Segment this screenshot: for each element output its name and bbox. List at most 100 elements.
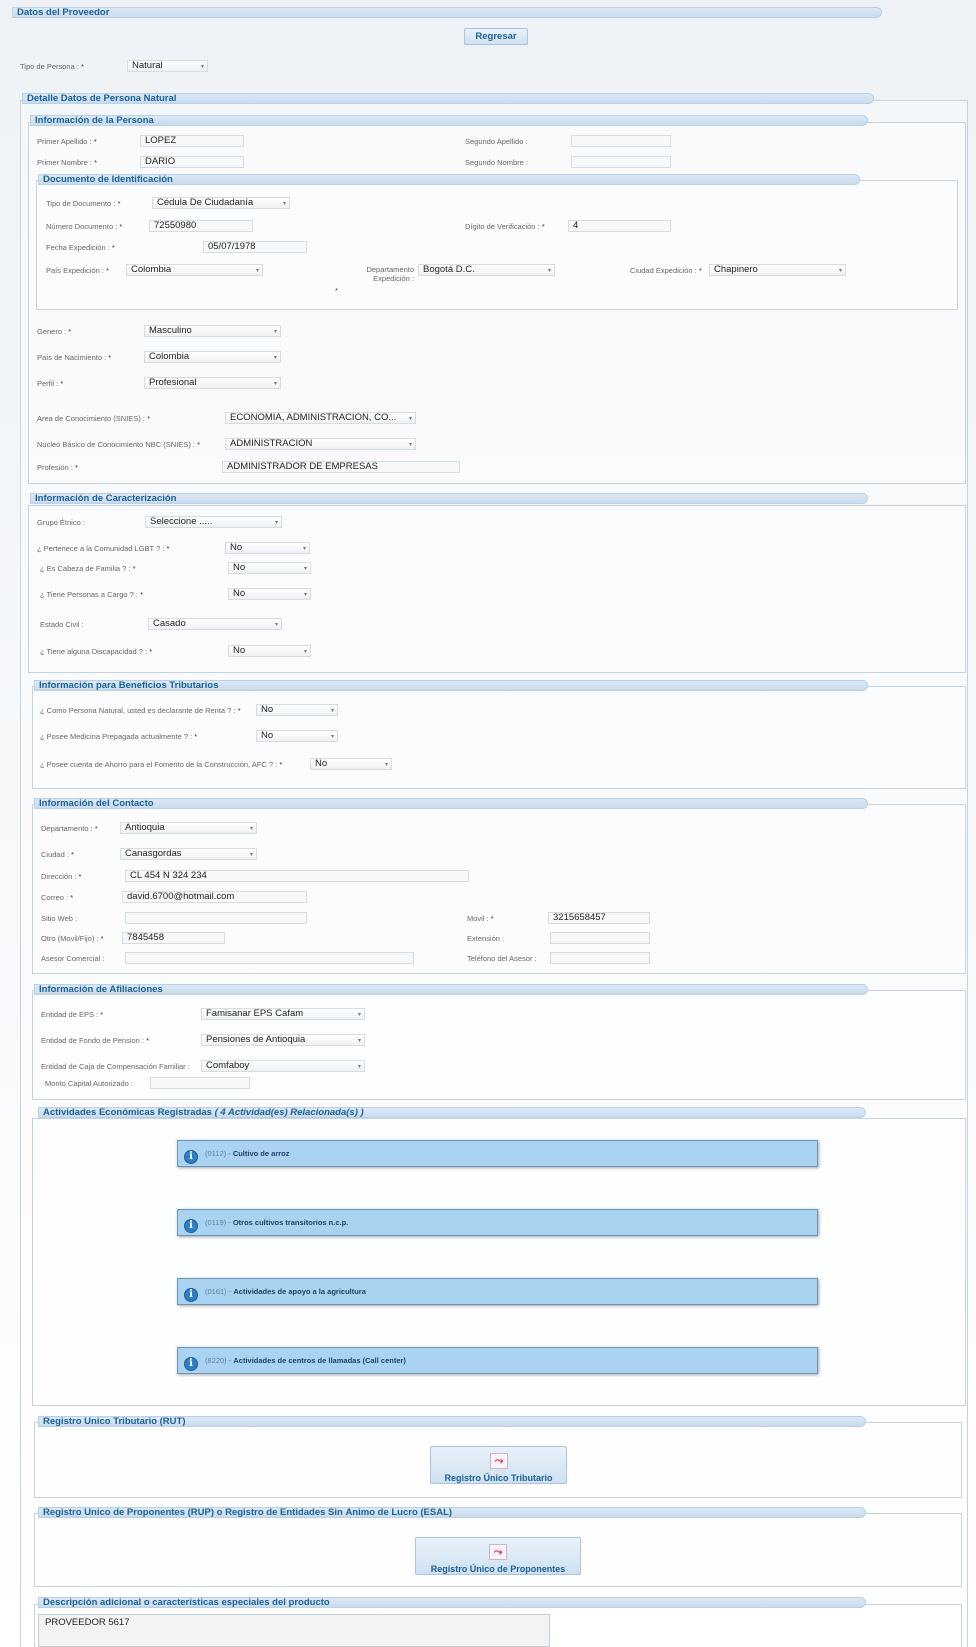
chevron-down-icon: ▾: [303, 592, 307, 598]
tipo-documento-label: Tipo de Documento : *: [46, 199, 121, 208]
pdf-icon: ⤳: [490, 1453, 508, 1469]
estado-civil-label: Estado Civil :: [40, 620, 84, 629]
activity-item[interactable]: i (0119) - Otros cultivos transitorios n…: [177, 1209, 818, 1236]
chevron-down-icon: ▾: [273, 381, 277, 387]
rut-button-label: Registro Único Tributario: [444, 1473, 553, 1483]
section-title-documento: Documento de Identificación: [38, 174, 860, 185]
ciudad-expedicion-label: Ciudad Expedición : *: [630, 266, 702, 275]
activity-code: (0161) -: [205, 1287, 232, 1296]
activity-text: (0119) - Otros cultivos transitorios n.c…: [205, 1218, 348, 1227]
declarante-renta-label: ¿ Como Persona Natural, usted es declara…: [40, 706, 241, 715]
departamento-label: Departamento : *: [41, 824, 98, 833]
numero-documento-label: Número Documento : *: [46, 222, 123, 231]
digito-verificacion-input[interactable]: 4: [568, 220, 671, 232]
nucleo-basico-select[interactable]: ADMINISTRACION ▾: [225, 438, 416, 450]
discapacidad-select[interactable]: No ▾: [228, 645, 311, 657]
pais-nacimiento-select[interactable]: Colombia ▾: [144, 351, 281, 363]
chevron-down-icon: ▾: [274, 622, 278, 628]
cuenta-afc-select[interactable]: No ▾: [310, 758, 392, 770]
numero-documento-input[interactable]: 72550980: [149, 220, 253, 232]
monto-capital-input[interactable]: [150, 1077, 250, 1089]
ciudad-select[interactable]: Canasgordas ▾: [120, 848, 257, 860]
chevron-down-icon: ▾: [273, 355, 277, 361]
chevron-down-icon: ▾: [357, 1012, 361, 1018]
declarante-renta-select[interactable]: No ▾: [256, 704, 338, 716]
ciudad-expedicion-select[interactable]: Chapinero ▾: [709, 264, 846, 276]
pais-expedicion-select[interactable]: Colombia ▾: [126, 264, 263, 276]
depto-expedicion-select[interactable]: Bogotá D.C. ▾: [418, 264, 555, 276]
info-icon: i: [184, 1150, 198, 1164]
tipo-documento-select[interactable]: Cédula De Ciudadanía ▾: [152, 197, 290, 209]
section-title-tributarios: Información para Beneficios Tributarios: [34, 680, 868, 691]
perfil-select[interactable]: Profesional ▾: [144, 377, 281, 389]
descripcion-textarea[interactable]: PROVEEDOR 5617: [38, 1614, 550, 1647]
estado-civil-select[interactable]: Casado ▾: [148, 618, 282, 630]
segundo-nombre-label: Segundo Nombre :: [465, 158, 528, 167]
fondo-pension-select[interactable]: Pensiones de Antioquia ▾: [201, 1034, 365, 1046]
correo-label: Correo : *: [41, 893, 74, 902]
otro-telefono-input[interactable]: 7845458: [122, 932, 225, 944]
segundo-nombre-input[interactable]: [571, 156, 671, 168]
section-title-proveedor: Datos del Proveedor: [12, 7, 882, 18]
segundo-apellido-input[interactable]: [571, 135, 671, 147]
telefono-asesor-input[interactable]: [550, 952, 650, 964]
chevron-down-icon: ▾: [838, 268, 842, 274]
activity-name: Actividades de centros de llamadas (Call…: [233, 1356, 406, 1365]
tipo-persona-select[interactable]: Natural ▾: [127, 60, 208, 72]
cabeza-familia-select[interactable]: No ▾: [228, 562, 311, 574]
chevron-down-icon: ▾: [408, 442, 412, 448]
cabeza-familia-label: ¿ Es Cabeza de Familia ? : *: [40, 564, 136, 573]
lgbt-label: ¿ Pertenece a la Comunidad LGBT ? : *: [37, 544, 170, 553]
primer-nombre-input[interactable]: DARIO: [140, 156, 244, 168]
section-title-contacto: Información del Contacto: [34, 798, 868, 809]
extension-input[interactable]: [550, 932, 650, 944]
fecha-expedicion-input[interactable]: 05/07/1978: [203, 241, 307, 253]
activity-code: (0119) -: [205, 1218, 231, 1227]
activity-text: (0161) - Actividades de apoyo a la agric…: [205, 1287, 366, 1296]
regresar-button[interactable]: Regresar: [464, 28, 528, 45]
correo-input[interactable]: david.6700@hotmail.com: [122, 891, 307, 903]
medicina-prepagada-label: ¿ Posee Medicina Prepagada actualmente ?…: [40, 732, 198, 741]
departamento-select[interactable]: Antioquia ▾: [120, 822, 257, 834]
activity-name: Otros cultivos transitorios n.c.p.: [232, 1218, 349, 1227]
rup-button[interactable]: ⤳ Registro Único de Proponentes: [415, 1537, 581, 1575]
chevron-down-icon: ▾: [282, 201, 286, 207]
pdf-icon: ⤳: [489, 1544, 507, 1560]
movil-input[interactable]: 3215658457: [548, 912, 650, 924]
personas-cargo-select[interactable]: No ▾: [228, 588, 311, 600]
chevron-down-icon: ▾: [274, 520, 278, 526]
section-title-text: Datos del Proveedor: [17, 7, 110, 18]
info-icon: i: [184, 1288, 198, 1302]
monto-capital-label: Monto Capital Autorizado :: [45, 1079, 133, 1088]
activity-item[interactable]: i (0161) - Actividades de apoyo a la agr…: [177, 1278, 818, 1305]
sitio-web-label: Sitio Web :: [41, 914, 78, 923]
activity-text: (0112) - Cultivo de arroz: [205, 1149, 290, 1158]
info-icon: i: [184, 1357, 198, 1371]
section-title-persona: Información de la Persona: [30, 115, 868, 126]
activity-item[interactable]: i (8220) - Actividades de centros de lla…: [177, 1347, 818, 1374]
otro-telefono-label: Otro (Movil/Fijo) : *: [41, 934, 104, 943]
fondo-pension-label: Entidad de Fondo de Pension : *: [41, 1036, 150, 1045]
rut-button[interactable]: ⤳ Registro Único Tributario: [430, 1446, 567, 1484]
grupo-etnico-select[interactable]: Seleccione ..... ▾: [145, 516, 282, 528]
caracterizacion-frame: [28, 505, 966, 673]
medicina-prepagada-select[interactable]: No ▾: [256, 730, 338, 742]
sitio-web-input[interactable]: [125, 912, 307, 924]
lgbt-select[interactable]: No ▾: [225, 542, 310, 554]
asesor-comercial-label: Asesor Comercial :: [41, 954, 105, 963]
caja-compensacion-select[interactable]: Comfaboy ▾: [201, 1060, 365, 1072]
discapacidad-label: ¿ Tiene alguna Discapacidad ? : *: [40, 647, 153, 656]
chevron-down-icon: ▾: [303, 566, 307, 572]
area-conocimiento-select[interactable]: ECONOMIA, ADMINISTRACION, CO... ▾: [225, 412, 416, 424]
chevron-down-icon: ▾: [384, 762, 388, 768]
asesor-comercial-input[interactable]: [125, 952, 414, 964]
profesion-input[interactable]: ADMINISTRADOR DE EMPRESAS: [222, 461, 460, 473]
primer-apellido-input[interactable]: LOPEZ: [140, 135, 244, 147]
activity-item[interactable]: i (0112) - Cultivo de arroz: [177, 1140, 818, 1167]
personas-cargo-label: ¿ Tiene Personas a Cargo ? : *: [40, 590, 143, 599]
genero-select[interactable]: Masculino ▾: [144, 325, 281, 337]
eps-select[interactable]: Famisanar EPS Cafam ▾: [201, 1008, 365, 1020]
direccion-input[interactable]: CL 454 N 324 234: [125, 870, 469, 882]
rup-button-label: Registro Único de Proponentes: [430, 1564, 566, 1574]
tipo-persona-label: Tipo de Persona : *: [20, 62, 84, 71]
